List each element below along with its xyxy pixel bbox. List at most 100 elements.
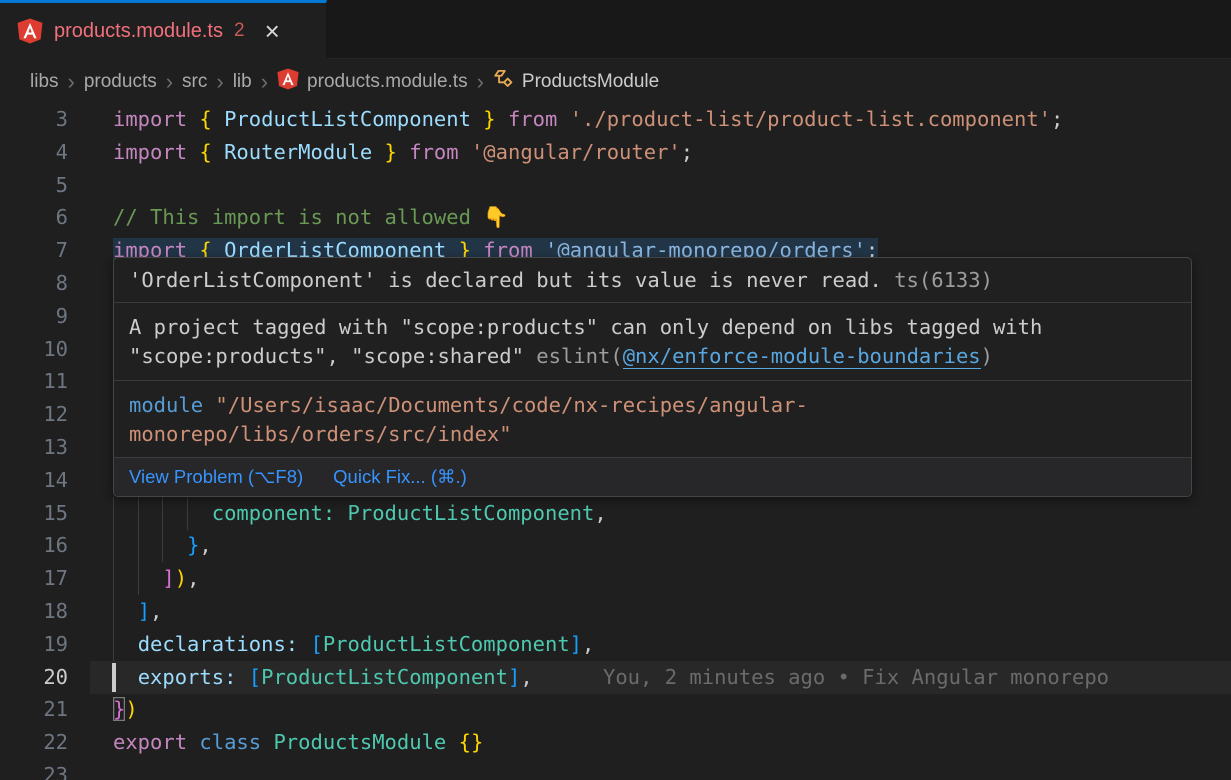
code-token (557, 107, 569, 131)
code-token: ; (1051, 107, 1063, 131)
code-text: import { RouterModule } from '@angular/r… (113, 136, 693, 169)
code-token: "/Users/isaac/Documents/code/nx-recipes/… (129, 393, 808, 446)
hover-action-view-problem[interactable]: View Problem (⌥F8) (129, 466, 303, 488)
code-token: [ (310, 632, 322, 656)
code-token: ; (681, 140, 693, 164)
code-line-16[interactable]: 16 }, (0, 529, 1231, 562)
line-number: 3 (0, 103, 68, 136)
code-token (261, 730, 273, 754)
code-token: ] (570, 632, 582, 656)
code-token (212, 107, 224, 131)
code-token: class (199, 730, 261, 754)
code-line-17[interactable]: 17 ]), (0, 562, 1231, 595)
code-token: ProductListComponent (323, 632, 570, 656)
code-token (496, 107, 508, 131)
breadcrumb-item-symbol[interactable]: ProductsModule (522, 71, 659, 93)
code-token: RouterModule (224, 140, 372, 164)
code-token: } (483, 107, 495, 131)
code-line-6[interactable]: 6// This import is not allowed 👇 (0, 201, 1231, 234)
code-line-3[interactable]: 3import { ProductListComponent } from '.… (0, 103, 1231, 136)
code-line-19[interactable]: 19 declarations: [ProductListComponent], (0, 628, 1231, 661)
chevron-right-icon: › (59, 69, 84, 95)
line-number: 15 (0, 497, 68, 530)
angular-file-icon (277, 68, 299, 96)
code-line-23[interactable]: 23 (0, 759, 1231, 780)
code-token: , (594, 501, 606, 525)
eslint-rule-link[interactable]: @nx/enforce-module-boundaries (623, 344, 981, 369)
code-token: ] (138, 599, 150, 623)
code-token: export (113, 730, 187, 754)
code-token: import (113, 107, 187, 131)
hover-action-quick-fix[interactable]: Quick Fix... (⌘.) (333, 466, 467, 488)
code-token (212, 140, 224, 164)
code-text: declarations: [ProductListComponent], (113, 628, 594, 661)
tab-bar: products.module.ts 2 × (0, 0, 1231, 59)
code-token (113, 501, 212, 525)
code-token (113, 566, 162, 590)
code-line-5[interactable]: 5 (0, 169, 1231, 202)
code-token: '@angular/router' (471, 140, 681, 164)
tab-title: products.module.ts (54, 20, 223, 43)
code-text: exports: [ProductListComponent], (113, 661, 533, 694)
breadcrumb-item-lib[interactable]: lib (233, 71, 252, 93)
code-line-20[interactable]: 20 exports: [ProductListComponent],You, … (0, 661, 1231, 694)
hover-status-bar: View Problem (⌥F8) Quick Fix... (⌘.) (114, 457, 1191, 496)
line-number: 7 (0, 234, 68, 267)
breadcrumb-item-products[interactable]: products (84, 71, 157, 93)
code-token (187, 730, 199, 754)
hover-section-module-info: module "/Users/isaac/Documents/code/nx-r… (114, 380, 1191, 457)
code-token: './product-list/product-list.component' (570, 107, 1051, 131)
code-line-15[interactable]: 15 component: ProductListComponent, (0, 497, 1231, 530)
code-token: from (409, 140, 458, 164)
tab-products-module-ts[interactable]: products.module.ts 2 × (0, 0, 327, 59)
line-number: 10 (0, 333, 68, 366)
code-token (298, 632, 310, 656)
breadcrumb-item-libs[interactable]: libs (30, 71, 59, 93)
breadcrumb-item-file[interactable]: products.module.ts (307, 71, 468, 93)
code-token (203, 393, 215, 417)
code-token: ProductListComponent (261, 665, 508, 689)
chevron-right-icon: › (157, 69, 182, 95)
code-token: exports: (138, 665, 237, 689)
line-number: 5 (0, 169, 68, 202)
code-token: ] (162, 566, 174, 590)
line-number: 23 (0, 759, 68, 780)
pointing-down-emoji: 👇 (483, 205, 509, 229)
code-token (471, 107, 483, 131)
code-text: // This import is not allowed 👇 (113, 201, 509, 234)
code-token (459, 140, 471, 164)
code-token (372, 140, 384, 164)
code-token (187, 140, 199, 164)
chevron-right-icon: › (252, 69, 277, 95)
code-token: , (582, 632, 594, 656)
code-token: ProductListComponent (348, 501, 595, 525)
text-cursor (112, 663, 116, 692)
code-token: {} (459, 730, 484, 754)
code-line-22[interactable]: 22export class ProductsModule {} (0, 726, 1231, 759)
line-number: 21 (0, 693, 68, 726)
code-token: eslint( (536, 344, 622, 368)
code-token: , (520, 665, 532, 689)
code-token: module (129, 393, 203, 417)
tab-problems-badge: 2 (234, 20, 245, 42)
code-text: }) (113, 693, 138, 726)
line-number: 22 (0, 726, 68, 759)
code-line-18[interactable]: 18 ], (0, 595, 1231, 628)
line-number: 17 (0, 562, 68, 595)
line-number: 18 (0, 595, 68, 628)
code-token (113, 665, 138, 689)
angular-icon (17, 18, 43, 44)
code-token: from (508, 107, 557, 131)
code-line-4[interactable]: 4import { RouterModule } from '@angular/… (0, 136, 1231, 169)
code-token: } (187, 533, 199, 557)
breadcrumb-item-src[interactable]: src (182, 71, 207, 93)
code-text: }, (113, 529, 212, 562)
code-token: ts(6133) (894, 268, 993, 292)
close-icon[interactable]: × (265, 18, 280, 44)
line-number: 20 (0, 661, 68, 694)
code-token (113, 632, 138, 656)
code-token: import (113, 140, 187, 164)
code-token (236, 665, 248, 689)
code-token: , (150, 599, 162, 623)
code-line-21[interactable]: 21}) (0, 693, 1231, 726)
